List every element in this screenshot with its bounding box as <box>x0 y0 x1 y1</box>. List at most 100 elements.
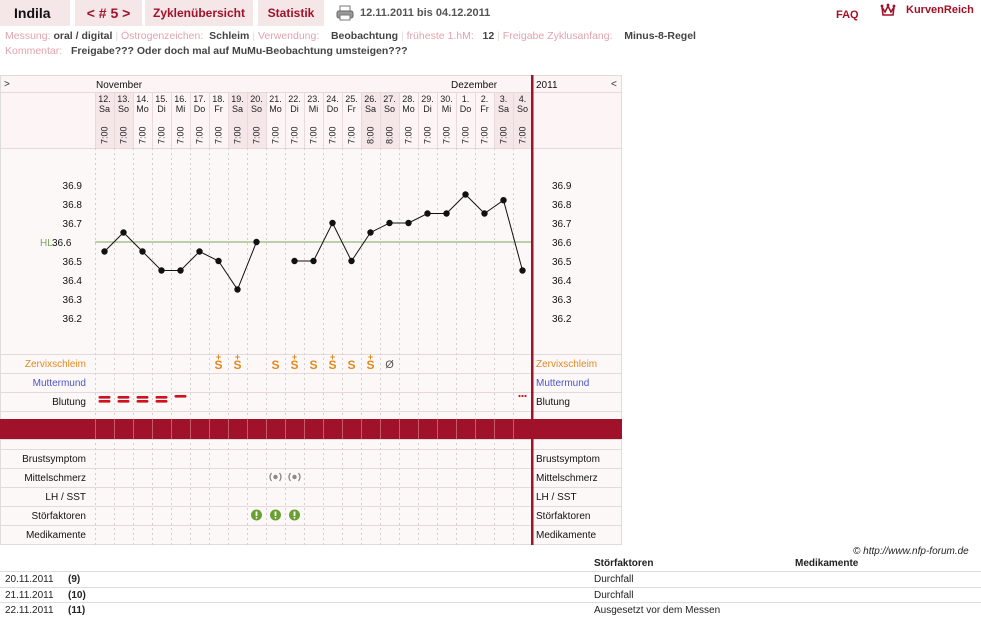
day-weekday: Di <box>290 104 299 114</box>
zervix-label: Zervixschleim <box>25 359 86 370</box>
row-label: Medikamente <box>26 530 86 541</box>
temperature-point <box>481 210 488 217</box>
faq-link[interactable]: FAQ <box>836 9 859 21</box>
bleeding-mark <box>117 396 130 399</box>
day-time: 7:00 <box>138 126 148 144</box>
day-weekday: Mi <box>176 104 186 114</box>
day-time: 7:00 <box>176 126 186 144</box>
day-time: 7:00 <box>461 126 471 144</box>
y-tick-label: 36.9 <box>63 181 83 192</box>
tab-statistics[interactable]: Statistik <box>258 0 324 26</box>
day-date: 29. <box>421 94 434 104</box>
day-weekday: So <box>384 104 395 114</box>
bleeding-mark <box>524 394 527 398</box>
day-time: 7:00 <box>404 126 414 144</box>
month-label: November <box>96 80 143 91</box>
tab-cycle-overview[interactable]: Zyklenübersicht <box>145 0 253 26</box>
day-date: 19. <box>231 94 244 104</box>
day-date: 20. <box>250 94 263 104</box>
temperature-point <box>196 248 203 255</box>
day-time: 7:00 <box>233 126 243 144</box>
day-date: 16. <box>174 94 187 104</box>
cycle-nav[interactable]: < # 5 > <box>75 0 142 26</box>
bleeding-mark <box>521 394 524 398</box>
day-date: 30. <box>440 94 453 104</box>
verwendung-label: Verwendung: <box>257 30 320 42</box>
day-weekday: Do <box>194 104 206 114</box>
day-time: 7:00 <box>480 126 490 144</box>
zervix-plus: + <box>368 352 373 362</box>
day-date: 15. <box>155 94 168 104</box>
row-label-right: LH / SST <box>536 492 577 503</box>
zervix-plus: + <box>330 352 335 362</box>
day-date: 22. <box>288 94 301 104</box>
y-tick-label: 36.2 <box>63 314 83 325</box>
footer-col-stoerfaktoren: Störfaktoren <box>594 558 654 569</box>
mittelschmerz-mark <box>273 474 278 480</box>
day-weekday: Mo <box>402 104 415 114</box>
cycle-day-bar <box>0 419 622 439</box>
temperature-point <box>462 191 469 198</box>
freigabe-label: Freigabe Zyklusanfang: <box>502 30 613 42</box>
day-weekday: Do <box>327 104 339 114</box>
verwendung-value: Beobachtung <box>330 30 399 42</box>
day-weekday: Mi <box>442 104 452 114</box>
day-weekday: Sa <box>498 104 509 114</box>
day-date: 2. <box>481 94 489 104</box>
copyright[interactable]: © http://www.nfp-forum.de <box>853 546 969 557</box>
nav-right-arrow[interactable]: < <box>611 79 617 90</box>
temperature-point <box>120 229 127 236</box>
cycle-chart: HL 36.6 > <2011 November Dezember 12. Sa 7:00 13.… <box>0 75 622 545</box>
day-time: 7:00 <box>499 126 509 144</box>
bleeding-mark <box>98 400 111 403</box>
temperature-point <box>234 286 241 293</box>
day-weekday: Sa <box>232 104 243 114</box>
footer-row-stoer: Durchfall <box>594 574 634 585</box>
day-time: 8:00 <box>366 126 376 144</box>
hm-value: 12 <box>482 30 495 42</box>
y-tick-label-right: 36.3 <box>552 295 572 306</box>
y-tick-label: 36.4 <box>63 276 83 287</box>
nav-left-arrow[interactable]: > <box>4 79 10 90</box>
bleeding-mark <box>518 394 521 398</box>
crown-logo-icon <box>880 3 896 16</box>
temperature-point <box>101 248 108 255</box>
temperature-point <box>291 257 298 265</box>
user-name: Indila <box>0 0 70 26</box>
temperature-point <box>177 267 184 274</box>
row-label-right: Mittelschmerz <box>536 473 598 484</box>
zervix-plus: + <box>235 352 240 362</box>
day-time: 7:00 <box>214 126 224 144</box>
day-weekday: Sa <box>365 104 376 114</box>
kommentar-value: Freigabe??? Oder doch mal auf MuMu-Beoba… <box>70 45 408 57</box>
day-date: 25. <box>345 94 358 104</box>
day-weekday: So <box>517 104 528 114</box>
date-range: 12.11.2011 bis 04.12.2011 <box>360 7 491 19</box>
temperature-point <box>443 210 450 217</box>
day-time: 7:00 <box>347 126 357 144</box>
cycle-chart-svg: HL 36.6> <2011November Dezember12.Sa7:0013.… <box>0 75 622 545</box>
row-label-right: Medikamente <box>536 530 596 541</box>
day-time: 7:00 <box>290 126 300 144</box>
hl-tick-label: 36.6 <box>52 238 72 249</box>
day-date: 1. <box>462 94 470 104</box>
day-weekday: Fr <box>480 104 489 114</box>
y-tick-label-right: 36.5 <box>552 257 572 268</box>
footer-row-date: 21.11.2011 <box>5 590 54 601</box>
y-tick-label-right: 36.2 <box>552 314 572 325</box>
zervix-mark: S <box>271 358 279 372</box>
day-time: 7:00 <box>309 126 319 144</box>
print-icon[interactable] <box>336 5 354 21</box>
day-time: 7:00 <box>518 126 528 144</box>
y-tick-label-right: 36.4 <box>552 276 572 287</box>
day-weekday: Fr <box>347 104 356 114</box>
footer-row-day: (11) <box>68 605 86 616</box>
temperature-point <box>139 248 146 255</box>
row-label-right: Störfaktoren <box>536 511 590 522</box>
day-weekday: Do <box>460 104 472 114</box>
temperature-point <box>386 219 393 227</box>
temperature-point <box>424 210 431 217</box>
messung-value: oral / digital <box>53 30 113 42</box>
zervix-mark: S <box>347 358 355 372</box>
y-tick-label: 36.8 <box>63 200 83 211</box>
